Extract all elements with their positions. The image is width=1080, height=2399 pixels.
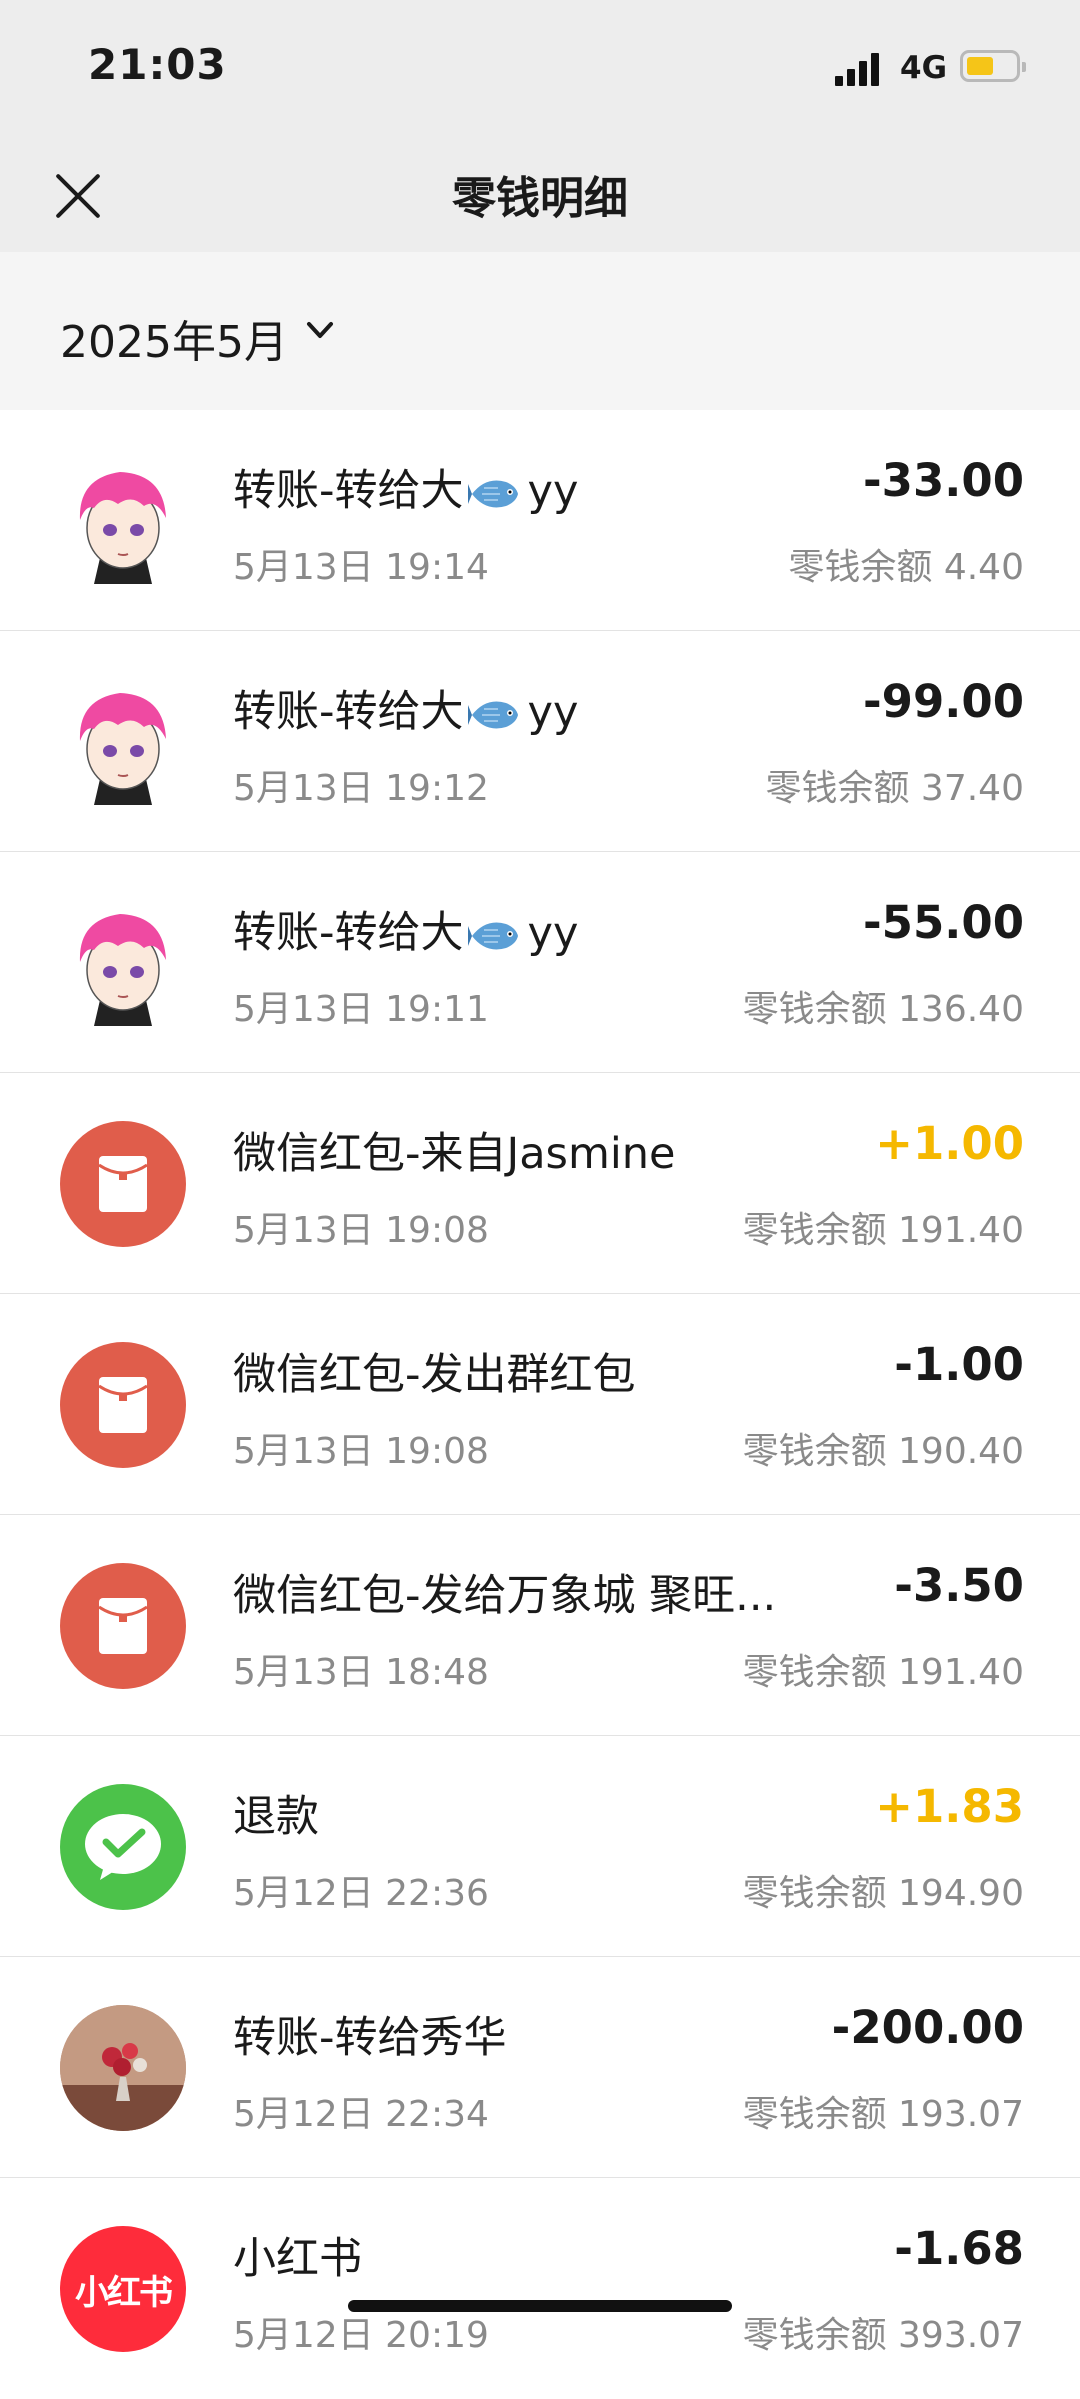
transaction-title: 微信红包-发出群红包 xyxy=(233,1350,636,1400)
fish-emoji-icon xyxy=(467,701,518,728)
transaction-balance: 零钱余额 136.40 xyxy=(742,989,1024,1030)
xiaohongshu-logo: 小红书 xyxy=(60,2226,186,2352)
transaction-amount: -33.00 xyxy=(862,454,1024,507)
anime-avatar xyxy=(60,458,186,584)
xiaohongshu-logo-text: 小红书 xyxy=(75,2272,173,2313)
transaction-amount: +1.00 xyxy=(875,1117,1024,1170)
transaction-row[interactable]: 转账-转给大 yy 5月13日 19:12 -99.00 零钱余额 37.40 xyxy=(0,631,1080,852)
transaction-amount: -1.00 xyxy=(894,1338,1024,1391)
transaction-balance: 零钱余额 193.07 xyxy=(742,2094,1024,2135)
chevron-down-icon[interactable] xyxy=(305,315,335,345)
transaction-date: 5月12日 22:36 xyxy=(233,1873,489,1914)
transaction-date: 5月12日 20:19 xyxy=(233,2315,489,2356)
transaction-title: 转账-转给大 yy xyxy=(233,466,579,516)
transaction-date: 5月13日 19:11 xyxy=(233,989,489,1030)
signal-icon xyxy=(835,52,885,86)
transaction-amount: -55.00 xyxy=(862,896,1024,949)
transaction-balance: 零钱余额 37.40 xyxy=(765,768,1024,809)
transaction-date: 5月13日 19:08 xyxy=(233,1431,489,1472)
page-title: 零钱明细 xyxy=(452,173,628,224)
month-selector[interactable]: 2025年5月 xyxy=(60,306,288,370)
transaction-balance: 零钱余额 194.90 xyxy=(742,1873,1024,1914)
transaction-amount: -200.00 xyxy=(831,2001,1024,2054)
transaction-row[interactable]: 小红书 小红书 5月12日 20:19 -1.68 零钱余额 393.07 xyxy=(0,2178,1080,2399)
red-packet-icon xyxy=(60,1121,186,1247)
red-packet-icon xyxy=(60,1563,186,1689)
transaction-date: 5月13日 18:48 xyxy=(233,1652,489,1693)
transaction-row[interactable]: 转账-转给大 yy 5月13日 19:14 -33.00 零钱余额 4.40 xyxy=(0,410,1080,631)
transaction-date: 5月13日 19:14 xyxy=(233,547,489,588)
transaction-title: 转账-转给大 yy xyxy=(233,908,579,958)
transaction-balance: 零钱余额 191.40 xyxy=(742,1652,1024,1693)
transaction-balance: 零钱余额 191.40 xyxy=(742,1210,1024,1251)
transaction-amount: -1.68 xyxy=(894,2222,1024,2275)
network-label: 4G xyxy=(900,50,948,86)
transaction-amount: +1.83 xyxy=(875,1780,1024,1833)
transaction-row[interactable]: 退款 5月12日 22:36 +1.83 零钱余额 194.90 xyxy=(0,1736,1080,1957)
status-bar: 21:03 4G xyxy=(0,0,1080,140)
transaction-date: 5月12日 22:34 xyxy=(233,2094,489,2135)
wechat-pay-icon xyxy=(60,1784,186,1910)
transaction-title: 退款 xyxy=(233,1792,319,1842)
transaction-row[interactable]: 微信红包-来自Jasmine 5月13日 19:08 +1.00 零钱余额 19… xyxy=(0,1073,1080,1294)
transaction-balance: 零钱余额 4.40 xyxy=(788,547,1024,588)
transaction-row[interactable]: 微信红包-发出群红包 5月13日 19:08 -1.00 零钱余额 190.40 xyxy=(0,1294,1080,1515)
home-indicator[interactable] xyxy=(348,2300,732,2312)
battery-icon xyxy=(960,50,1026,82)
transaction-row[interactable]: 转账-转给秀华 5月12日 22:34 -200.00 零钱余额 193.07 xyxy=(0,1957,1080,2178)
status-time: 21:03 xyxy=(88,40,227,89)
transaction-title: 转账-转给秀华 xyxy=(233,2013,507,2063)
transaction-date: 5月13日 19:08 xyxy=(233,1210,489,1251)
anime-avatar xyxy=(60,679,186,805)
transaction-title: 微信红包-来自Jasmine xyxy=(233,1129,676,1179)
nav-bar: 零钱明细 xyxy=(0,140,1080,252)
fish-emoji-icon xyxy=(467,480,518,507)
transaction-row[interactable]: 微信红包-发给万象城 聚旺... 5月13日 18:48 -3.50 零钱余额 … xyxy=(0,1515,1080,1736)
transaction-balance: 零钱余额 393.07 xyxy=(742,2315,1024,2356)
month-filter-bar: 2025年5月 xyxy=(0,252,1080,410)
transaction-row[interactable]: 转账-转给大 yy 5月13日 19:11 -55.00 零钱余额 136.40 xyxy=(0,852,1080,1073)
transaction-amount: -99.00 xyxy=(862,675,1024,728)
transaction-date: 5月13日 19:12 xyxy=(233,768,489,809)
transaction-title: 小红书 xyxy=(233,2234,362,2284)
anime-avatar xyxy=(60,900,186,1026)
red-packet-icon xyxy=(60,1342,186,1468)
transaction-list: 转账-转给大 yy 5月13日 19:14 -33.00 零钱余额 4.40 转账… xyxy=(0,410,1080,2399)
transaction-title: 微信红包-发给万象城 聚旺... xyxy=(233,1571,777,1621)
transaction-amount: -3.50 xyxy=(894,1559,1024,1612)
fish-emoji-icon xyxy=(467,922,518,949)
photo-avatar xyxy=(60,2005,186,2131)
transaction-title: 转账-转给大 yy xyxy=(233,687,579,737)
transaction-balance: 零钱余额 190.40 xyxy=(742,1431,1024,1472)
